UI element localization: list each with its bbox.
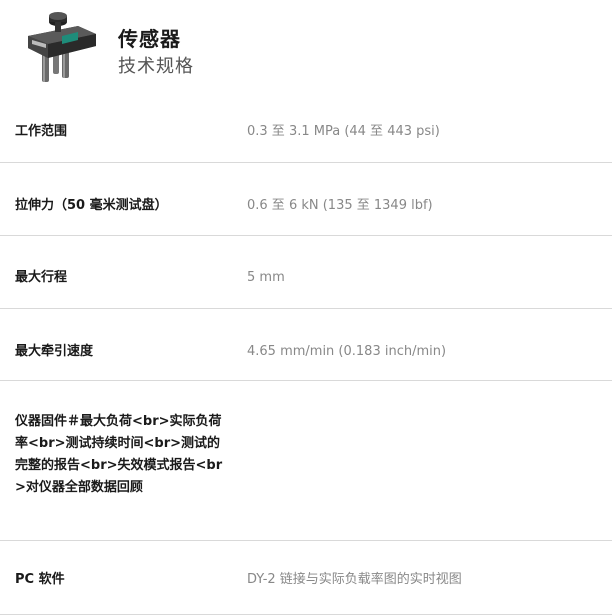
spec-row: 拉伸力（50 毫米测试盘） 0.6 至 6 kN (135 至 1349 lbf… bbox=[0, 163, 612, 236]
spec-row: PC 软件 DY-2 链接与实际负载率图的实时视图 bbox=[0, 541, 612, 615]
spec-label: 仪器固件＃最大负荷<br>实际负荷率<br>测试持续时间<br>测试的完整的报告… bbox=[15, 414, 223, 495]
product-image bbox=[22, 10, 102, 86]
spec-value: DY-2 链接与实际负载率图的实时视图 bbox=[247, 572, 462, 587]
spec-row: 最大行程 5 mm bbox=[0, 236, 612, 309]
header: 传感器 技术规格 bbox=[0, 0, 612, 96]
spec-label: PC 软件 bbox=[15, 572, 65, 587]
spec-row: 工作范围 0.3 至 3.1 MPa (44 至 443 psi) bbox=[0, 96, 612, 163]
spec-value: 5 mm bbox=[247, 270, 285, 285]
spec-value: 4.65 mm/min (0.183 inch/min) bbox=[247, 344, 447, 359]
spec-label: 拉伸力（50 毫米测试盘） bbox=[15, 198, 168, 213]
spec-label: 最大行程 bbox=[15, 270, 68, 285]
title-block: 传感器 技术规格 bbox=[118, 26, 194, 80]
page-title: 传感器 bbox=[118, 27, 181, 51]
spec-value: 0.6 至 6 kN (135 至 1349 lbf) bbox=[247, 198, 433, 213]
spec-label: 工作范围 bbox=[15, 124, 68, 139]
spec-label: 最大牵引速度 bbox=[15, 344, 94, 359]
spec-value: 0.3 至 3.1 MPa (44 至 443 psi) bbox=[247, 124, 440, 139]
page-subtitle: 技术规格 bbox=[118, 56, 194, 77]
spec-table: 工作范围 0.3 至 3.1 MPa (44 至 443 psi) 拉伸力（50… bbox=[0, 96, 612, 615]
spec-row: 最大牵引速度 4.65 mm/min (0.183 inch/min) bbox=[0, 309, 612, 381]
spec-row: 仪器固件＃最大负荷<br>实际负荷率<br>测试持续时间<br>测试的完整的报告… bbox=[0, 381, 612, 541]
